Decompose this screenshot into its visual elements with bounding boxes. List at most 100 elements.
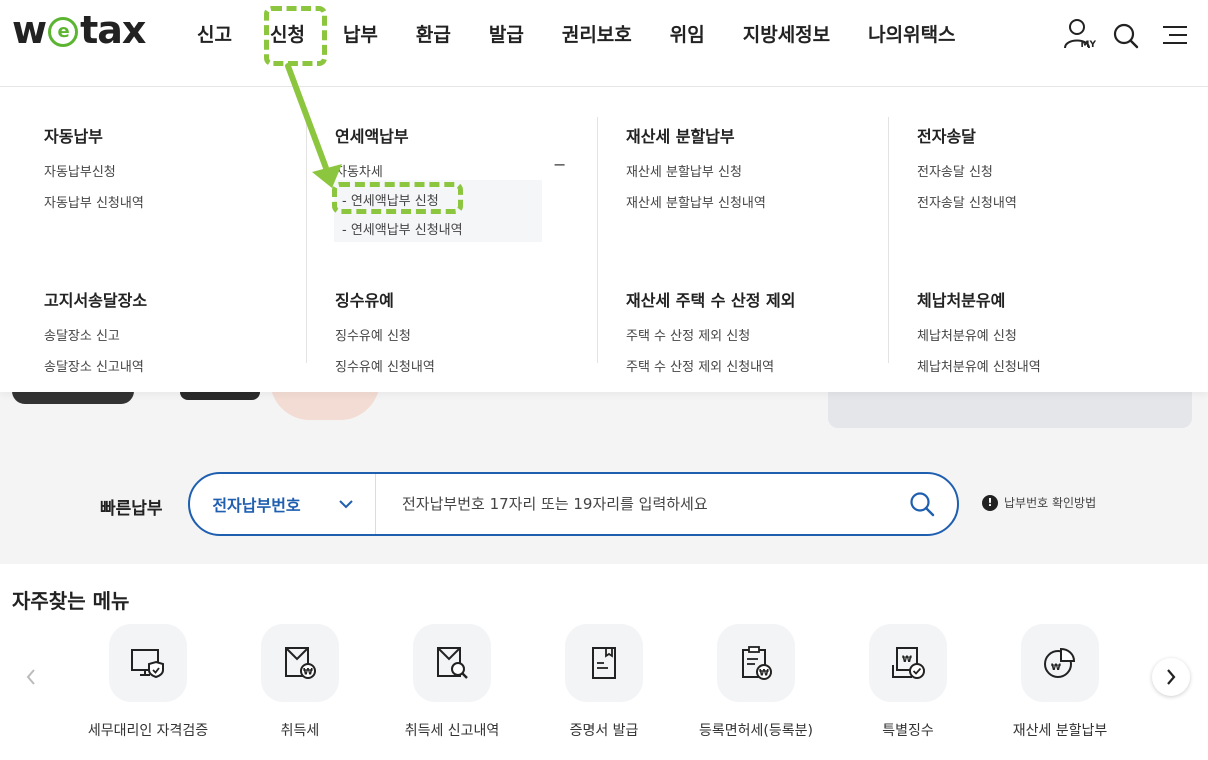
frequent-item-label: 세무대리인 자격검증 [87, 723, 209, 739]
chevron-left-icon [26, 669, 35, 685]
menu-link[interactable]: 자동납부 신청내역 [44, 192, 334, 211]
prev-button[interactable] [12, 658, 50, 696]
hamburger-menu-icon [1163, 26, 1187, 44]
menu-group-title: 재산세 분할납부 [626, 127, 735, 146]
frequent-item-property-installment[interactable]: ₩ 재산세 분할납부 [984, 624, 1136, 740]
menu-link[interactable]: 징수유예 신청 [335, 325, 625, 344]
pie-chart-won-icon: ₩ [1044, 647, 1076, 678]
menu-group-title: 자동납부 [44, 127, 103, 146]
quick-pay-box: 전자납부번호 [188, 472, 959, 536]
frequent-item-label: 특별징수 [882, 723, 934, 739]
menu-link[interactable]: 체납처분유예 신청내역 [917, 356, 1207, 375]
frequent-item-label: 취득세 [280, 723, 320, 739]
header: w e tax 신고 신청 납부 환급 발급 권리보호 위임 지방세정보 나의위택스… [0, 0, 1208, 72]
svg-text:₩: ₩ [902, 655, 912, 665]
freq-icon-box [565, 624, 643, 702]
frequent-item-special-collection[interactable]: ₩ 특별징수 [832, 624, 984, 740]
wetax-logo[interactable]: w e tax [12, 8, 146, 52]
chevron-down-icon [338, 500, 353, 509]
frequent-item-label: 재산세 분할납부 [1012, 723, 1108, 739]
frequent-item-registration-tax[interactable]: ₩ 등록면허세(등록분) [680, 624, 832, 740]
nav-local-tax-info[interactable]: 지방세정보 [724, 18, 849, 52]
menu-group-title: 체납처분유예 [917, 291, 1006, 310]
freq-icon-box: ₩ [869, 624, 947, 702]
menu-link[interactable]: 재산세 분할납부 신청내역 [626, 192, 916, 211]
menu-link[interactable]: 징수유예 신청내역 [335, 356, 625, 375]
svg-text:₩: ₩ [759, 669, 769, 679]
my-page-button[interactable]: MY [1064, 18, 1096, 52]
document-search-icon [437, 647, 468, 679]
menu-link-car-tax[interactable]: 자동차세 [335, 161, 625, 180]
payment-number-help-link[interactable]: ! 납부번호 확인방법 [982, 494, 1096, 511]
logo-text-w: w [12, 8, 47, 52]
menu-group-title: 재산세 주택 수 산정 제외 [626, 291, 796, 310]
menu-link[interactable]: 전자송달 신청 [917, 161, 1207, 180]
menu-group-title: 연세액납부 [335, 127, 409, 146]
submenu-car-tax: - 연세액납부 신청 - 연세액납부 신청내역 [334, 180, 542, 242]
chevron-right-icon [1167, 669, 1176, 685]
submenu-link-annual-history[interactable]: - 연세액납부 신청내역 [334, 219, 542, 238]
menu-link[interactable]: 주택 수 산정 제외 신청내역 [626, 356, 916, 375]
frequent-item-certificate-issue[interactable]: 증명서 발급 [528, 624, 680, 740]
frequent-item-label: 등록면허세(등록분) [699, 723, 813, 739]
menu-link[interactable]: 체납처분유예 신청 [917, 325, 1207, 344]
logo-e-circle: e [48, 17, 79, 47]
document-check-icon: ₩ [892, 647, 925, 679]
menu-group-collection-deferral: 징수유예 징수유예 신청 징수유예 신청내역 [335, 287, 625, 387]
menu-group-auto-pay: 자동납부 자동납부신청 자동납부 신청내역 [44, 123, 334, 223]
nav-apply[interactable]: 신청 [251, 18, 324, 52]
quick-pay-search-button[interactable] [887, 474, 957, 534]
freq-icon-box [413, 624, 491, 702]
menu-link[interactable]: 전자송달 신청내역 [917, 192, 1207, 211]
search-icon [1113, 23, 1139, 49]
nav-my-wetax[interactable]: 나의위택스 [849, 18, 974, 52]
menu-link[interactable]: 송달장소 신고 [44, 325, 334, 344]
menu-link[interactable]: 재산세 분할납부 신청 [626, 161, 916, 180]
nav-report[interactable]: 신고 [178, 18, 251, 52]
logo-text-tax: tax [80, 8, 146, 52]
monitor-shield-icon [131, 649, 164, 679]
nav-delegation[interactable]: 위임 [651, 18, 724, 52]
menu-group-property-installment: 재산세 분할납부 재산세 분할납부 신청 재산세 분할납부 신청내역 [626, 123, 916, 223]
menu-group-notice-address: 고지서송달장소 송달장소 신고 송달장소 신고내역 [44, 287, 334, 387]
nav-payment[interactable]: 납부 [324, 18, 397, 52]
freq-icon-box: ₩ [717, 624, 795, 702]
menu-link[interactable]: 자동납부신청 [44, 161, 334, 180]
menu-group-title: 고지서송달장소 [44, 291, 148, 310]
quick-pay-type-select[interactable]: 전자납부번호 [190, 474, 376, 534]
menu-group-title: 징수유예 [335, 291, 394, 310]
payment-number-input[interactable] [376, 495, 887, 513]
menu-link[interactable]: 주택 수 산정 제외 신청 [626, 325, 916, 344]
next-button[interactable] [1152, 658, 1190, 696]
clipboard-won-icon: ₩ [742, 646, 772, 680]
info-icon: ! [982, 494, 998, 511]
search-icon [910, 492, 935, 517]
document-won-icon: ₩ [285, 647, 316, 679]
certificate-icon [592, 647, 616, 679]
submenu-link-annual-apply[interactable]: - 연세액납부 신청 [334, 190, 542, 209]
menu-group-housing-count-exclusion: 재산세 주택 수 산정 제외 주택 수 산정 제외 신청 주택 수 산정 제외 … [626, 287, 916, 387]
my-badge: MY [1080, 40, 1096, 50]
quick-pay-label: 빠른납부 [100, 499, 163, 519]
search-button[interactable] [1112, 18, 1142, 52]
main-nav: 신고 신청 납부 환급 발급 권리보호 위임 지방세정보 나의위택스 [178, 18, 975, 52]
nav-refund[interactable]: 환급 [397, 18, 470, 52]
header-icons: MY [1064, 18, 1190, 52]
frequent-item-acquisition-tax[interactable]: ₩ 취득세 [224, 624, 376, 740]
frequent-menu-title: 자주찾는 메뉴 [12, 589, 130, 613]
menu-group-e-delivery: 전자송달 전자송달 신청 전자송달 신청내역 [917, 123, 1207, 223]
svg-text:₩: ₩ [1051, 663, 1061, 673]
menu-group-delinquency-deferral: 체납처분유예 체납처분유예 신청 체납처분유예 신청내역 [917, 287, 1207, 387]
quick-pay-type-value: 전자납부번호 [212, 496, 301, 515]
freq-icon-box: ₩ [1021, 624, 1099, 702]
page: w e tax 신고 신청 납부 환급 발급 권리보호 위임 지방세정보 나의위택스… [0, 0, 1208, 760]
all-menu-button[interactable] [1160, 18, 1190, 52]
frequent-item-tax-agent-verify[interactable]: 세무대리인 자격검증 [72, 624, 224, 740]
nav-rights[interactable]: 권리보호 [543, 18, 651, 52]
nav-issue[interactable]: 발급 [470, 18, 543, 52]
help-text: 납부번호 확인방법 [1004, 496, 1097, 510]
collapse-toggle[interactable]: − [553, 155, 566, 174]
menu-link[interactable]: 송달장소 신고내역 [44, 356, 334, 375]
frequent-item-label: 취득세 신고내역 [404, 723, 500, 739]
frequent-item-acquisition-history[interactable]: 취득세 신고내역 [376, 624, 528, 740]
